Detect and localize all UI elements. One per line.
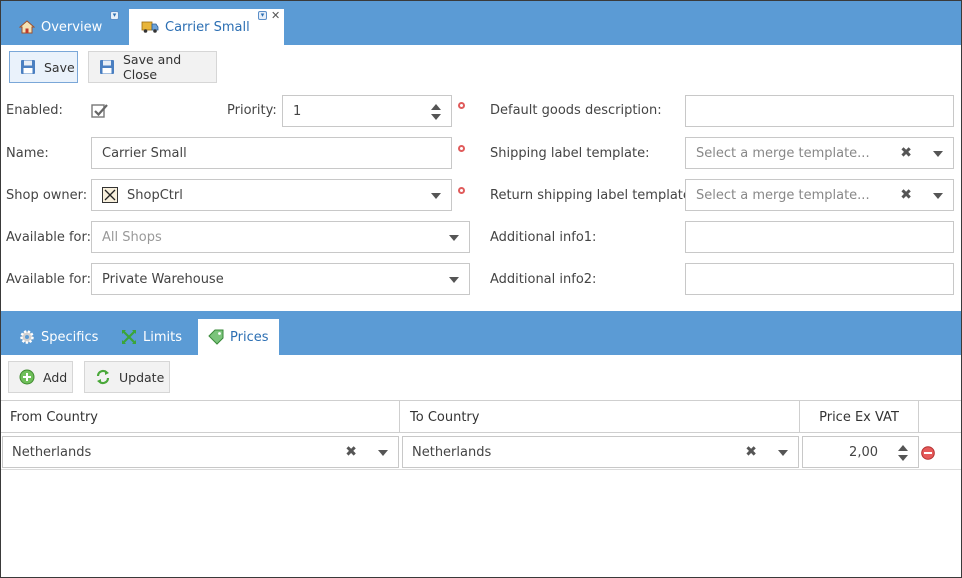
tab-overview-label: Overview: [41, 19, 103, 35]
additional-info2-field[interactable]: [685, 263, 954, 295]
tab-limits-label: Limits: [143, 329, 182, 345]
chevron-down-icon[interactable]: [778, 450, 788, 456]
chevron-down-icon[interactable]: [431, 193, 441, 199]
available-for-warehouse-select[interactable]: Private Warehouse: [91, 263, 470, 295]
floppy-disk-icon: [20, 59, 36, 75]
additional-info1-label: Additional info1:: [490, 230, 597, 245]
grid-header: From Country To Country Price Ex VAT: [1, 400, 961, 433]
close-icon[interactable]: ✕: [271, 10, 280, 21]
spin-up-icon[interactable]: [431, 104, 441, 110]
chevron-down-icon[interactable]: [449, 235, 459, 241]
column-header-label: To Country: [410, 409, 480, 425]
spin-up-icon[interactable]: [898, 445, 908, 451]
column-header-from-country[interactable]: From Country: [1, 401, 400, 433]
table-row: Netherlands ✖ Netherlands ✖ 2,00: [1, 433, 961, 470]
available-for-label-1: Available for:: [6, 230, 92, 245]
price-tag-icon: [208, 329, 224, 345]
checkmark-icon: [91, 104, 108, 118]
priority-value: 1: [293, 103, 302, 119]
available-for-shops-value: All Shops: [102, 229, 162, 245]
remove-row-icon[interactable]: [921, 446, 935, 464]
price-ex-vat-value: 2,00: [849, 444, 878, 460]
tab-specifics[interactable]: Specifics: [19, 319, 98, 355]
add-icon: [19, 369, 35, 385]
priority-label: Priority:: [227, 103, 277, 118]
shop-owner-icon: [102, 187, 118, 203]
enabled-checkbox[interactable]: [91, 103, 109, 123]
clear-icon[interactable]: ✖: [745, 445, 757, 459]
price-ex-vat-stepper[interactable]: 2,00: [802, 436, 919, 468]
section-tab-bar: Specifics Limits Prices: [1, 311, 961, 355]
shop-owner-value: ShopCtrl: [127, 187, 183, 203]
spin-down-icon[interactable]: [431, 114, 441, 120]
column-header-label: From Country: [10, 409, 98, 425]
gear-icon: [19, 329, 35, 345]
document-tab-bar: Overview ▾ Carrier Small ▾ ✕: [1, 1, 961, 45]
from-country-select[interactable]: Netherlands ✖: [2, 436, 399, 468]
name-field[interactable]: Carrier Small: [91, 137, 452, 169]
tab-prices-label: Prices: [230, 329, 269, 345]
additional-info1-field[interactable]: [685, 221, 954, 253]
save-button-label: Save: [44, 59, 75, 75]
chevron-down-icon[interactable]: [449, 277, 459, 283]
shipping-label-template-select[interactable]: Select a merge template... ✖: [685, 137, 954, 169]
tab-limits[interactable]: Limits: [121, 319, 182, 355]
refresh-icon: [95, 369, 111, 385]
tab-prices[interactable]: Prices: [198, 319, 279, 355]
spin-down-icon[interactable]: [898, 455, 908, 461]
shop-owner-select[interactable]: ShopCtrl: [91, 179, 452, 211]
required-indicator: [458, 102, 465, 109]
floppy-disk-icon: [99, 59, 115, 75]
clear-icon[interactable]: ✖: [345, 445, 357, 459]
save-and-close-button-label: Save and Close: [123, 52, 182, 82]
available-for-warehouse-value: Private Warehouse: [102, 271, 224, 287]
shipping-label-template-label: Shipping label template:: [490, 146, 650, 161]
name-label: Name:: [6, 146, 49, 161]
clear-icon[interactable]: ✖: [900, 146, 912, 160]
update-button[interactable]: Update: [84, 361, 170, 393]
save-button[interactable]: Save: [9, 51, 78, 83]
column-header-to-country[interactable]: To Country: [400, 401, 800, 433]
truck-icon: [141, 20, 159, 34]
default-goods-field[interactable]: [685, 95, 954, 127]
chevron-down-icon[interactable]: [933, 193, 943, 199]
home-icon: [19, 19, 35, 35]
add-button-label: Add: [43, 369, 68, 385]
required-indicator: [458, 187, 465, 194]
resize-arrows-icon: [121, 329, 137, 345]
chevron-down-icon[interactable]: [378, 450, 388, 456]
tab-carrier-menu-icon[interactable]: ▾: [258, 11, 267, 20]
enabled-label: Enabled:: [6, 103, 63, 118]
clear-icon[interactable]: ✖: [900, 188, 912, 202]
return-label-template-label: Return shipping label template:: [490, 188, 696, 203]
available-for-shops-select[interactable]: All Shops: [91, 221, 470, 253]
shop-owner-label: Shop owner:: [6, 188, 88, 203]
to-country-select[interactable]: Netherlands ✖: [402, 436, 799, 468]
available-for-label-2: Available for:: [6, 272, 92, 287]
tab-carrier-small-label: Carrier Small: [165, 19, 250, 35]
add-button[interactable]: Add: [8, 361, 73, 393]
shipping-label-template-placeholder: Select a merge template...: [696, 145, 870, 161]
additional-info2-label: Additional info2:: [490, 272, 597, 287]
update-button-label: Update: [119, 369, 165, 385]
return-label-template-select[interactable]: Select a merge template... ✖: [685, 179, 954, 211]
default-goods-label: Default goods description:: [490, 103, 662, 118]
to-country-value: Netherlands: [412, 444, 492, 460]
column-header-label: Price Ex VAT: [819, 409, 899, 425]
save-and-close-button[interactable]: Save and Close: [88, 51, 217, 83]
column-header-price-ex-vat[interactable]: Price Ex VAT: [800, 401, 919, 433]
name-value: Carrier Small: [102, 145, 187, 161]
return-label-template-placeholder: Select a merge template...: [696, 187, 870, 203]
chevron-down-icon[interactable]: [933, 151, 943, 157]
tab-overview[interactable]: Overview: [19, 9, 102, 45]
priority-stepper[interactable]: 1: [282, 95, 452, 127]
required-indicator: [458, 145, 465, 152]
tab-specifics-label: Specifics: [41, 329, 99, 345]
tab-overview-menu-icon[interactable]: ▾: [110, 11, 119, 20]
from-country-value: Netherlands: [12, 444, 92, 460]
